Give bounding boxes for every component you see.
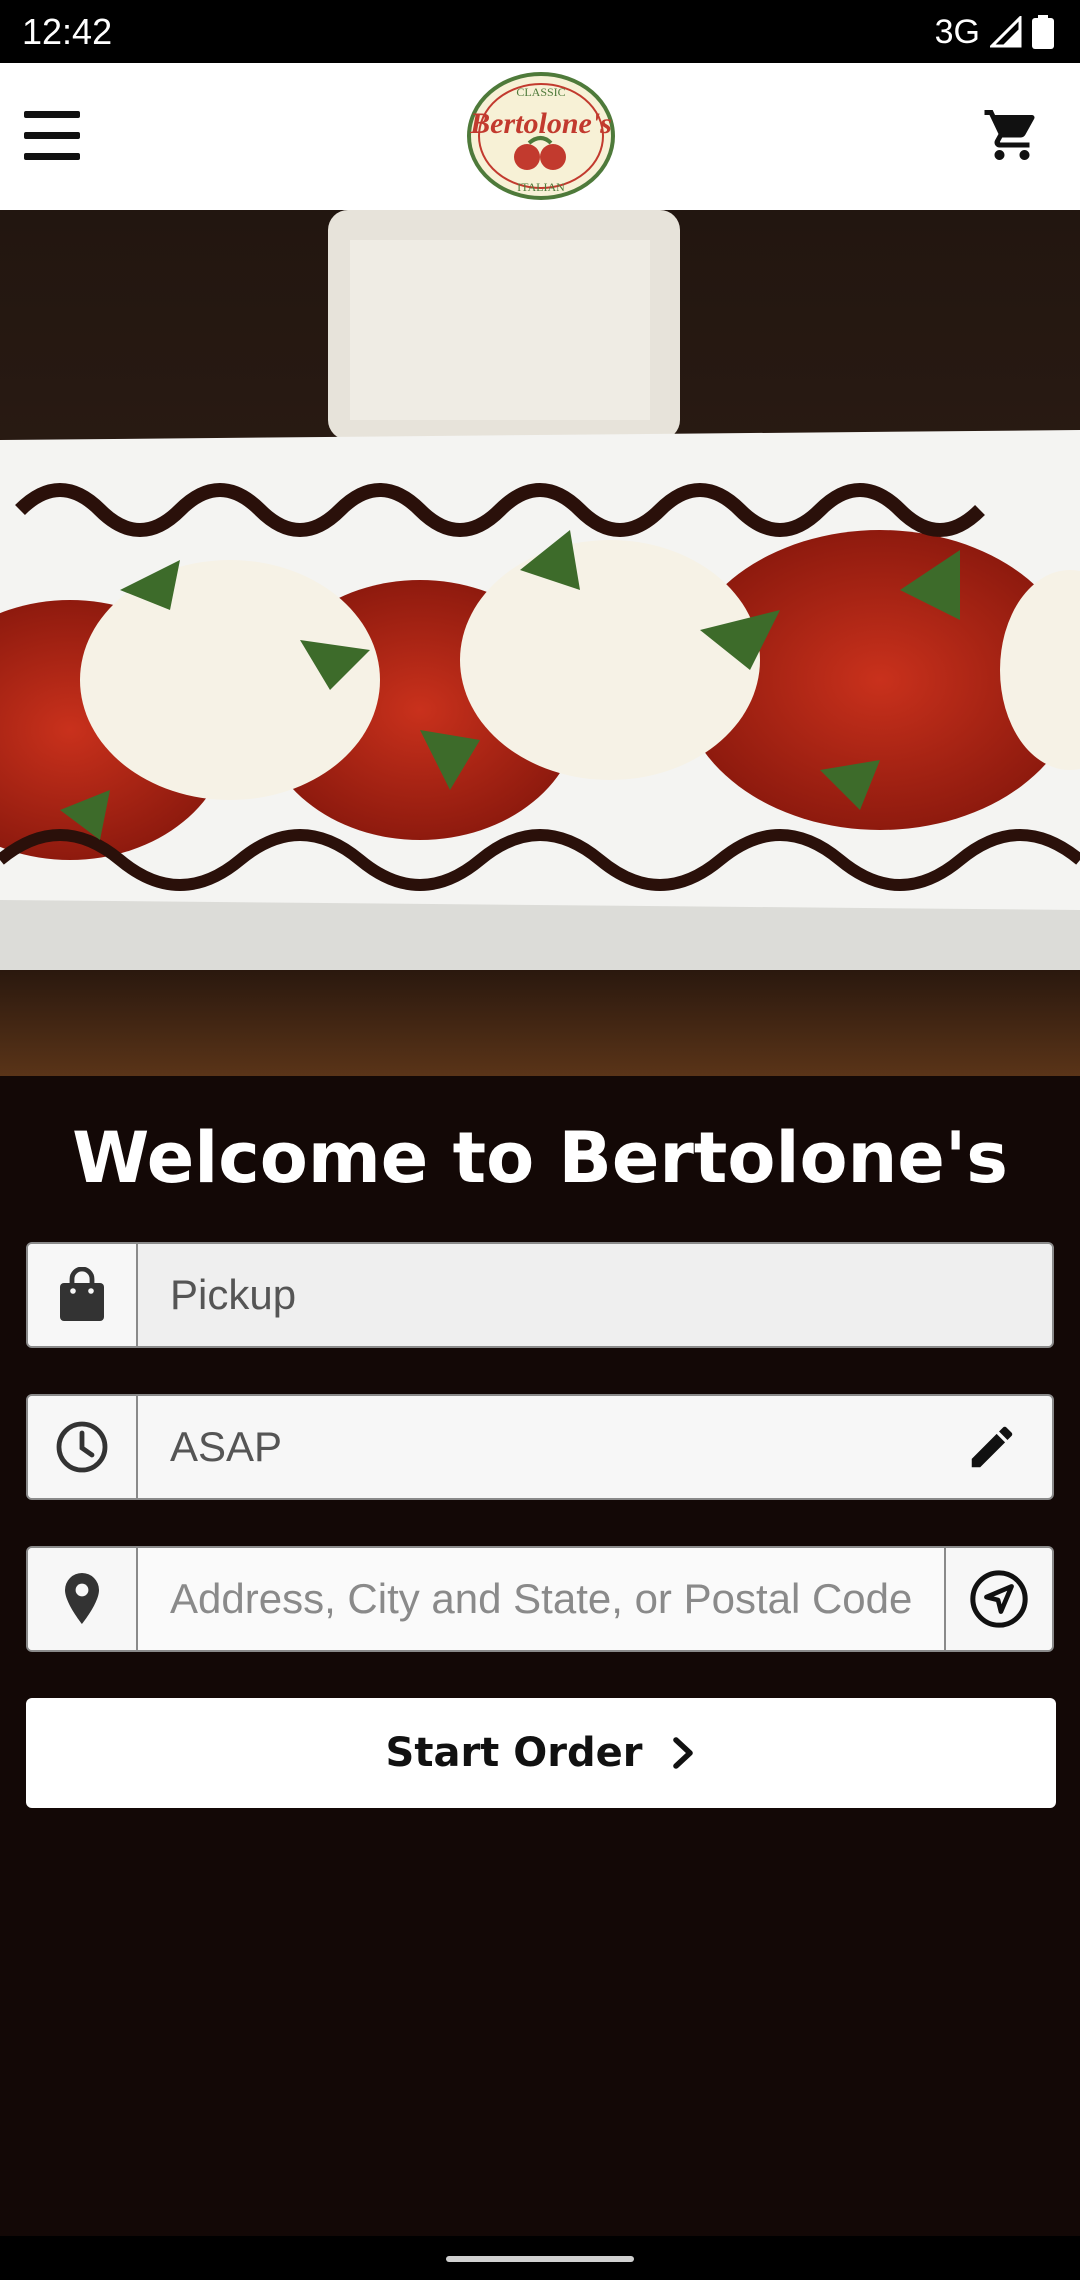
- hero-image: [0, 210, 1080, 1076]
- home-gesture-handle[interactable]: [446, 2256, 634, 2262]
- start-order-label: Start Order: [385, 1730, 643, 1776]
- clock-icon: [56, 1421, 108, 1473]
- chevron-right-icon: [673, 1737, 694, 1769]
- pencil-icon: [971, 1426, 1013, 1468]
- signal-icon: [990, 16, 1022, 48]
- shopping-bag-icon: [60, 1267, 104, 1321]
- location-icon-cell: [28, 1548, 138, 1650]
- order-time-field[interactable]: ASAP: [26, 1394, 1054, 1500]
- start-order-button[interactable]: Start Order: [26, 1698, 1056, 1808]
- brand-logo: CLASSIC Bertolone's ITALIAN: [465, 71, 617, 201]
- battery-icon: [1032, 15, 1054, 49]
- map-pin-icon: [65, 1573, 99, 1624]
- navigation-arrow-icon: [970, 1570, 1028, 1628]
- cart-button[interactable]: [982, 105, 1042, 165]
- order-type-value: Pickup: [138, 1244, 1052, 1346]
- welcome-title: Welcome to Bertolone's: [72, 1117, 1008, 1199]
- order-time-value: ASAP: [138, 1396, 932, 1498]
- status-time: 12:42: [22, 11, 113, 52]
- locate-me-button[interactable]: [944, 1548, 1052, 1650]
- svg-text:CLASSIC: CLASSIC: [516, 85, 565, 99]
- menu-button[interactable]: [24, 111, 80, 161]
- order-type-field[interactable]: Pickup: [26, 1242, 1054, 1348]
- address-input[interactable]: [138, 1548, 944, 1650]
- address-field: [26, 1546, 1054, 1652]
- app-bar: CLASSIC Bertolone's ITALIAN: [0, 63, 1080, 210]
- status-icons: 3G: [935, 12, 1054, 52]
- svg-text:ITALIAN: ITALIAN: [517, 180, 565, 194]
- edit-time-button[interactable]: [932, 1396, 1052, 1498]
- time-icon-cell: [28, 1396, 138, 1498]
- network-type: 3G: [934, 13, 980, 51]
- status-bar: 12:42 3G: [0, 0, 1080, 63]
- menu-icon: [24, 111, 80, 160]
- system-nav-bar: [0, 2236, 1080, 2280]
- cart-icon: [984, 110, 1035, 160]
- svg-text:Bertolone's: Bertolone's: [469, 107, 612, 140]
- order-type-icon-cell: [28, 1244, 138, 1346]
